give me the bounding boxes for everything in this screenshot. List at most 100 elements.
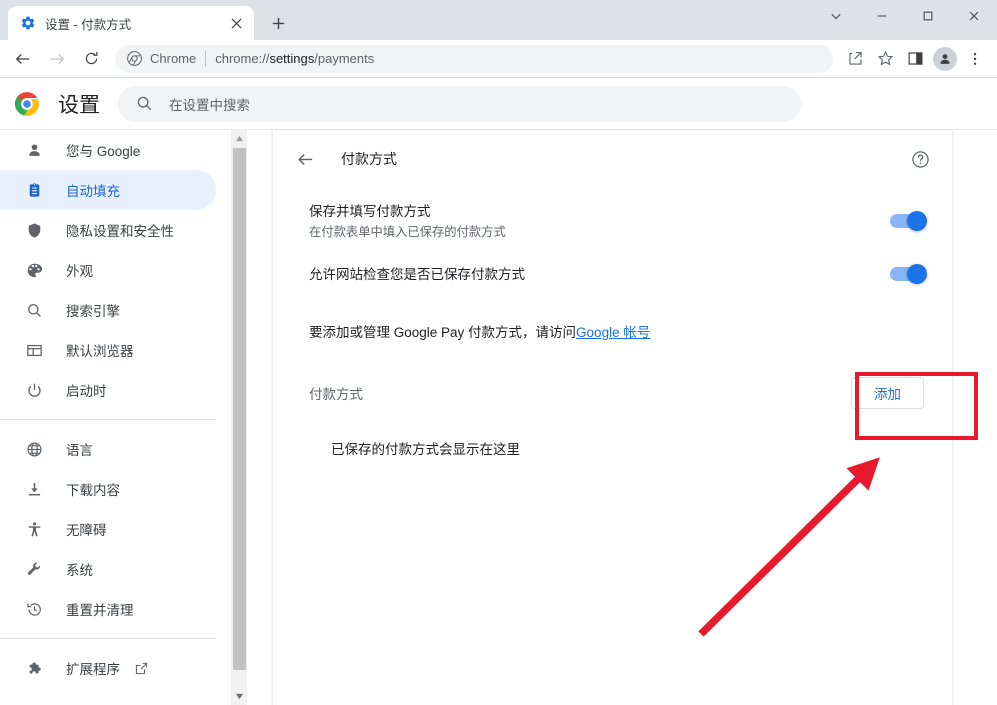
maximize-icon[interactable] [905,0,951,32]
sidebar-item-label: 隐私设置和安全性 [66,224,174,239]
close-icon[interactable] [951,0,997,32]
section-title: 付款方式 [309,387,363,402]
scrollbar-thumb[interactable] [233,148,246,670]
close-icon[interactable] [226,13,246,33]
card-title: 付款方式 [341,151,397,167]
shield-icon [24,220,44,240]
reload-icon[interactable] [77,45,105,73]
page-title: 设置 [58,93,100,117]
browser-tab[interactable]: 设置 - 付款方式 [8,6,254,40]
browser-window-icon [24,340,44,360]
accessibility-icon [24,519,44,539]
sidebar-scrollbar[interactable] [230,130,247,705]
back-arrow-icon[interactable] [9,45,37,73]
sidebar-item-autofill[interactable]: 自动填充 [0,170,216,210]
sidebar-item-you-and-google[interactable]: 您与 Google [0,130,216,170]
sidebar-item-label: 重置并清理 [66,603,134,618]
search-input[interactable]: 在设置中搜索 [118,85,801,122]
settings-header: 设置 在设置中搜索 [0,78,997,130]
share-icon[interactable] [841,45,869,73]
sidebar-item-label: 自动填充 [66,184,120,199]
clipboard-icon [24,180,44,200]
globe-icon [24,439,44,459]
avatar-icon[interactable] [931,45,959,73]
google-account-link[interactable]: Google 帐号 [576,321,650,341]
sidebar-item-search-engine[interactable]: 搜索引擎 [0,290,216,330]
download-icon [24,479,44,499]
card-header: 付款方式 [273,130,952,188]
row-subtitle: 在付款表单中填入已保存的付款方式 [309,224,506,239]
wrench-icon [24,559,44,579]
sidebar-divider [0,638,216,639]
row-title: 保存并填写付款方式 [309,203,431,219]
sidebar-item-label: 语言 [66,443,93,458]
sidebar-item-reset-cleanup[interactable]: 重置并清理 [0,589,216,629]
url-path: /payments [314,51,375,66]
search-icon [24,300,44,320]
sidebar-item-appearance[interactable]: 外观 [0,250,216,290]
settings-body: 您与 Google 自动填充 隐私设置和安全性 外观 搜索引擎 默认浏览器 启动… [0,130,997,705]
add-payment-method-button[interactable]: 添加 [851,377,924,409]
omnibox-url: chrome://settings/payments [215,51,374,66]
restore-history-icon [24,599,44,619]
search-placeholder: 在设置中搜索 [169,97,250,113]
scroll-down-button[interactable] [231,688,248,705]
star-icon[interactable] [871,45,899,73]
sidebar-item-label: 搜索引擎 [66,304,120,319]
setting-row-allow-sites-check[interactable]: 允许网站检查您是否已保存付款方式 [273,244,952,304]
sidebar-item-extensions[interactable]: 扩展程序 [0,648,216,688]
google-pay-info-row: 要添加或管理 Google Pay 付款方式，请访问 Google 帐号 [273,304,952,358]
chevron-down-icon[interactable] [813,0,859,32]
toolbar-actions [841,45,989,73]
url-prefix: chrome:// [215,51,270,66]
three-dot-menu-icon[interactable] [961,45,989,73]
toggle-save-fill-payment[interactable] [890,211,927,231]
puzzle-icon [24,658,44,678]
address-bar[interactable]: Chrome chrome://settings/payments [115,44,833,73]
sidebar-item-downloads[interactable]: 下载内容 [0,469,216,509]
row-title: 允许网站检查您是否已保存付款方式 [309,266,525,282]
row-text: 保存并填写付款方式 在付款表单中填入已保存的付款方式 [309,202,890,241]
payments-card: 付款方式 保存并填写付款方式 在付款表单中填入已保存的付款方式 允许网站检查您是… [272,130,953,705]
toggle-allow-sites-check[interactable] [890,264,927,284]
sidebar-item-on-startup[interactable]: 启动时 [0,370,216,410]
palette-icon [24,260,44,280]
new-tab-button[interactable] [264,9,292,37]
side-panel-icon[interactable] [901,45,929,73]
info-text: 要添加或管理 Google Pay 付款方式，请访问 [309,325,577,340]
minimize-icon[interactable] [859,0,905,32]
sidebar-divider [0,419,216,420]
external-link-icon[interactable] [134,661,149,676]
tab-strip: 设置 - 付款方式 [0,0,997,40]
toggle-knob [907,264,927,284]
toggle-knob [907,211,927,231]
power-icon [24,380,44,400]
sidebar-item-label: 扩展程序 [66,662,120,677]
sidebar-item-label: 启动时 [66,384,107,399]
back-arrow-icon[interactable] [289,143,321,175]
setting-row-save-fill-payment[interactable]: 保存并填写付款方式 在付款表单中填入已保存的付款方式 [273,188,952,244]
help-circle-icon[interactable] [904,143,936,175]
sidebar-item-label: 外观 [66,264,93,279]
sidebar-item-label: 系统 [66,563,93,578]
sidebar-item-accessibility[interactable]: 无障碍 [0,509,216,549]
sidebar-item-label: 无障碍 [66,523,107,538]
sidebar-item-default-browser[interactable]: 默认浏览器 [0,330,216,370]
settings-content: 付款方式 保存并填写付款方式 在付款表单中填入已保存的付款方式 允许网站检查您是… [248,130,997,705]
sidebar-item-system[interactable]: 系统 [0,549,216,589]
omnibox-site-label: Chrome [150,51,197,66]
sidebar-item-label: 下载内容 [66,483,120,498]
window-controls [813,0,997,32]
forward-arrow-icon[interactable] [43,45,71,73]
payment-methods-section-header: 付款方式 添加 [273,358,952,428]
url-host: settings [269,51,315,66]
sidebar-item-privacy-security[interactable]: 隐私设置和安全性 [0,210,216,250]
navigation-buttons [9,45,105,73]
sidebar-item-label: 您与 Google [66,144,141,159]
person-icon [24,140,44,160]
scroll-up-button[interactable] [231,130,248,147]
chrome-logo-icon [14,91,40,117]
chrome-logo-icon [127,51,142,66]
sidebar-item-languages[interactable]: 语言 [0,429,216,469]
browser-toolbar: Chrome chrome://settings/payments [0,40,997,78]
